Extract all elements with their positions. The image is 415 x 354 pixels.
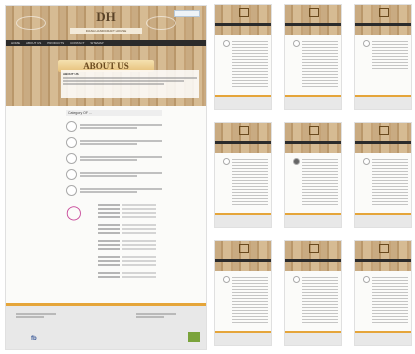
page-thumbnail[interactable] xyxy=(284,4,342,110)
brand-logo xyxy=(239,244,249,253)
category-item[interactable] xyxy=(66,153,162,164)
partner-logo xyxy=(174,10,200,17)
product-icon xyxy=(363,276,370,283)
brand-name: DIANA HANDICRAFT HOUSE xyxy=(70,28,142,34)
category-heading: Category OF ... xyxy=(66,110,162,116)
text-line xyxy=(80,140,162,142)
brand-logo xyxy=(379,244,389,253)
footer-text xyxy=(16,312,56,319)
spec-row xyxy=(98,204,198,206)
brand-logo[interactable]: DH xyxy=(94,9,118,27)
page-thumbnail[interactable] xyxy=(354,122,412,228)
main-page-preview: DH DIANA HANDICRAFT HOUSE HOME ABOUT US … xyxy=(5,5,207,350)
footer-text xyxy=(136,312,176,319)
certification-badge xyxy=(188,332,200,342)
product-icon xyxy=(66,185,77,196)
intro-heading: ABOUT US xyxy=(63,72,79,76)
footer: fb xyxy=(6,303,206,349)
spec-row xyxy=(98,208,198,210)
product-icon xyxy=(363,158,370,165)
brand-logo xyxy=(309,8,319,17)
page-thumbnail[interactable] xyxy=(214,240,272,346)
page-thumbnail[interactable] xyxy=(354,240,412,346)
spec-row xyxy=(98,244,198,246)
brand-logo xyxy=(379,8,389,17)
product-icon xyxy=(223,40,230,47)
text-line xyxy=(80,175,138,177)
spec-row xyxy=(98,224,198,226)
text-line xyxy=(80,159,138,161)
tshirt-icon xyxy=(66,121,77,132)
product-icon xyxy=(223,276,230,283)
product-specs xyxy=(98,202,198,302)
spec-row xyxy=(98,276,198,278)
text-line xyxy=(80,143,138,145)
spec-row xyxy=(98,240,198,242)
header: DH DIANA HANDICRAFT HOUSE xyxy=(6,6,206,40)
product-icon xyxy=(293,158,300,165)
brand-logo xyxy=(239,8,249,17)
page-thumbnail[interactable] xyxy=(214,122,272,228)
spec-row xyxy=(98,228,198,230)
product-icon xyxy=(66,153,77,164)
page-thumbnail[interactable] xyxy=(284,240,342,346)
spec-row xyxy=(98,272,198,274)
brand-logo xyxy=(379,126,389,135)
spec-row xyxy=(98,248,198,250)
category-list: Category OF ... xyxy=(66,110,162,198)
text-line xyxy=(80,172,162,174)
page-thumbnail[interactable] xyxy=(354,4,412,110)
brand-logo xyxy=(309,126,319,135)
tshirt-icon: ◯ xyxy=(66,204,82,220)
page-thumbnail[interactable] xyxy=(284,122,342,228)
text-line xyxy=(80,188,162,190)
page-thumbnail[interactable] xyxy=(214,4,272,110)
brand-logo xyxy=(309,244,319,253)
header-ornament-left xyxy=(16,16,46,30)
spec-row xyxy=(98,212,198,214)
facebook-icon[interactable]: fb xyxy=(31,336,37,342)
spec-row xyxy=(98,216,198,218)
product-icon xyxy=(66,137,77,148)
text-line xyxy=(80,156,162,158)
text-line xyxy=(80,191,138,193)
spec-row xyxy=(98,256,198,258)
brand-logo xyxy=(239,126,249,135)
category-item[interactable] xyxy=(66,137,162,148)
product-icon xyxy=(66,169,77,180)
text-line xyxy=(63,80,184,82)
product-icon xyxy=(293,276,300,283)
text-line xyxy=(80,127,138,129)
category-item[interactable] xyxy=(66,185,162,196)
product-icon xyxy=(223,158,230,165)
text-line xyxy=(63,83,164,85)
intro-block: ABOUT US xyxy=(61,70,199,98)
text-line xyxy=(63,77,197,79)
product-icon xyxy=(293,40,300,47)
spec-row xyxy=(98,264,198,266)
category-item[interactable] xyxy=(66,121,162,132)
spec-row xyxy=(98,260,198,262)
text-line xyxy=(80,124,162,126)
spec-row xyxy=(98,232,198,234)
header-ornament-right xyxy=(146,16,176,30)
product-icon xyxy=(363,40,370,47)
category-item[interactable] xyxy=(66,169,162,180)
